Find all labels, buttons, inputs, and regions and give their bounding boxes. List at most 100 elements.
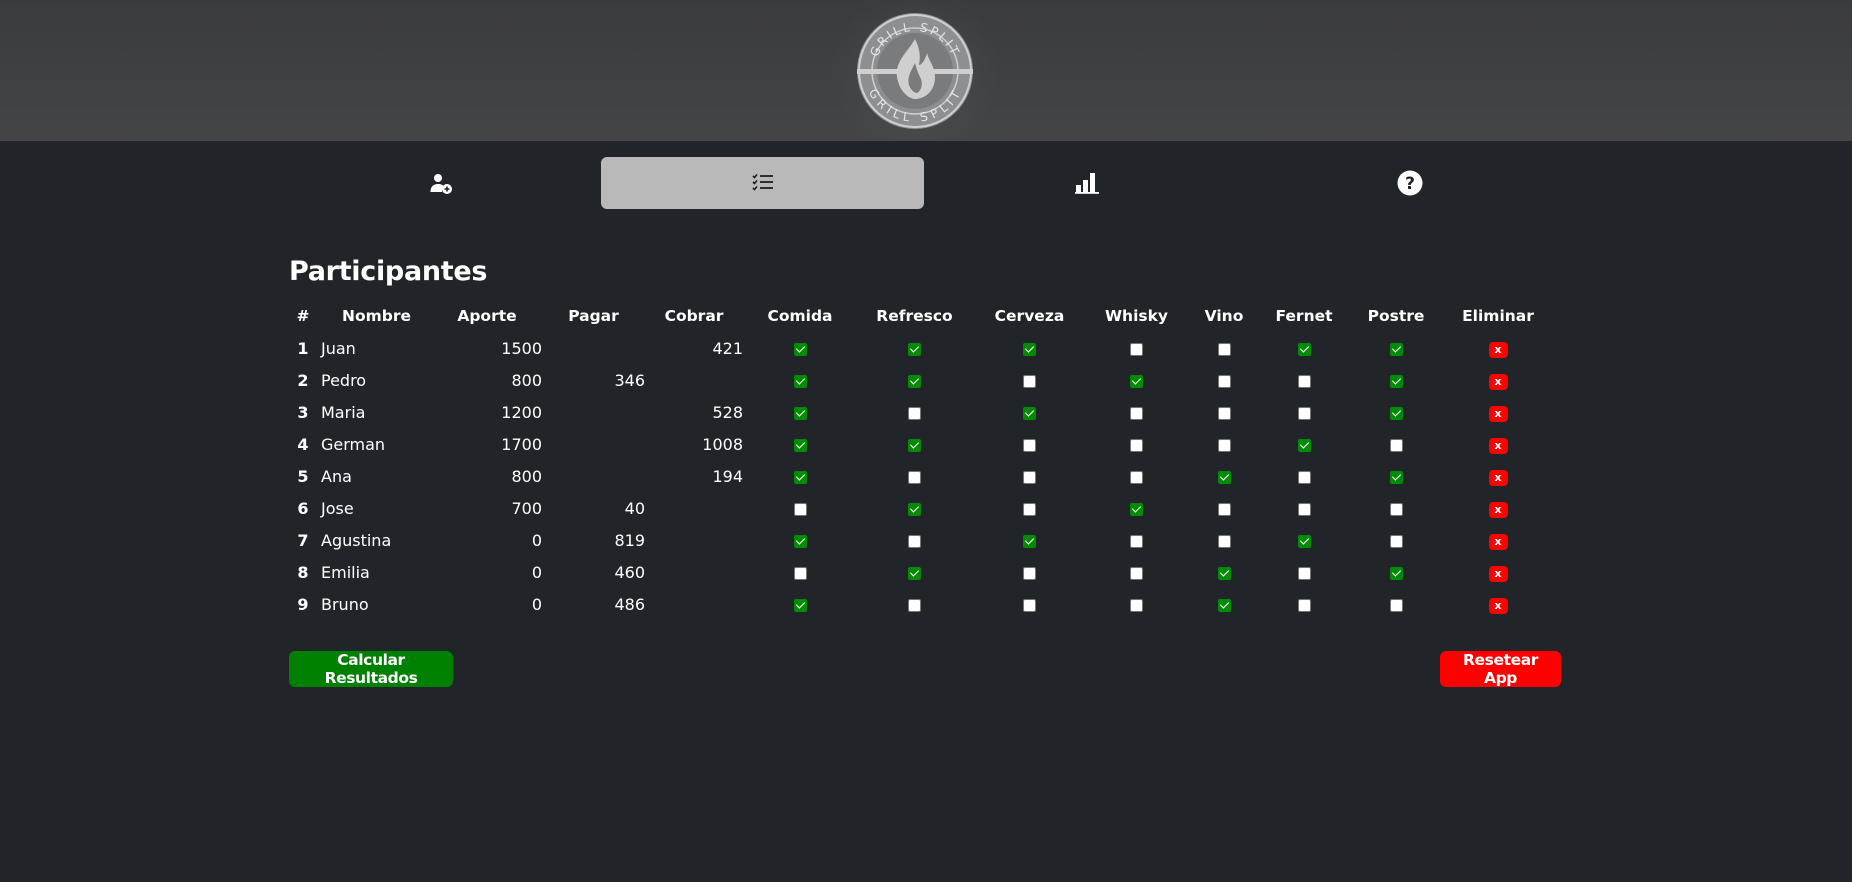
delete-participant-button[interactable]: x	[1488, 438, 1508, 455]
vino-checkbox[interactable]	[1217, 534, 1231, 548]
whisky-checkbox[interactable]	[1130, 598, 1143, 612]
comida-checkbox[interactable]	[793, 502, 807, 516]
vino-checkbox[interactable]	[1217, 470, 1231, 484]
refresco-checkbox[interactable]	[908, 438, 921, 452]
cell-fernet	[1262, 460, 1346, 492]
cerveza-checkbox[interactable]	[1023, 374, 1036, 388]
delete-participant-button[interactable]: x	[1488, 406, 1508, 423]
fernet-checkbox[interactable]	[1297, 342, 1311, 356]
participant-name: Bruno	[321, 594, 369, 614]
refresco-checkbox[interactable]	[908, 374, 921, 388]
comida-checkbox[interactable]	[793, 566, 807, 580]
whisky-checkbox[interactable]	[1130, 502, 1143, 516]
cerveza-checkbox[interactable]	[1023, 470, 1036, 484]
whisky-checkbox[interactable]	[1130, 566, 1143, 580]
fernet-checkbox[interactable]	[1297, 470, 1311, 484]
fernet-checkbox[interactable]	[1297, 598, 1311, 612]
postre-checkbox[interactable]	[1389, 598, 1403, 612]
cerveza-checkbox[interactable]	[1023, 534, 1036, 548]
postre-checkbox[interactable]	[1389, 470, 1403, 484]
whisky-checkbox[interactable]	[1130, 438, 1143, 452]
pagar-value: 486	[614, 594, 645, 614]
postre-checkbox[interactable]	[1389, 566, 1403, 580]
cerveza-checkbox[interactable]	[1023, 598, 1036, 612]
refresco-checkbox[interactable]	[908, 406, 921, 420]
delete-participant-button[interactable]: x	[1488, 342, 1508, 359]
delete-participant-button[interactable]: x	[1488, 534, 1508, 551]
delete-participant-button[interactable]: x	[1488, 566, 1508, 583]
postre-checkbox[interactable]	[1389, 406, 1403, 420]
col-header-cerveza: Cerveza	[994, 307, 1065, 325]
pagar-value	[542, 460, 645, 492]
whisky-checkbox[interactable]	[1130, 470, 1143, 484]
vino-checkbox[interactable]	[1217, 566, 1231, 580]
checklist-icon	[751, 173, 773, 191]
delete-participant-button[interactable]: x	[1488, 598, 1508, 615]
refresco-checkbox[interactable]	[908, 566, 921, 580]
cell-vino	[1186, 588, 1262, 620]
comida-checkbox[interactable]	[793, 598, 807, 612]
fernet-checkbox[interactable]	[1297, 502, 1311, 516]
postre-checkbox[interactable]	[1389, 438, 1403, 452]
vino-checkbox[interactable]	[1217, 342, 1231, 356]
nav-results[interactable]	[925, 157, 1248, 209]
refresco-checkbox[interactable]	[908, 534, 921, 548]
refresco-checkbox[interactable]	[908, 502, 921, 516]
comida-checkbox[interactable]	[793, 534, 807, 548]
refresco-checkbox[interactable]	[908, 598, 921, 612]
vino-checkbox[interactable]	[1217, 374, 1231, 388]
whisky-checkbox[interactable]	[1130, 406, 1143, 420]
refresco-checkbox[interactable]	[908, 342, 921, 356]
cobrar-value: 528	[712, 402, 743, 422]
nav-help[interactable]: ?	[1248, 157, 1571, 209]
row-number: 2	[297, 370, 309, 390]
col-header-name: Nombre	[341, 307, 412, 325]
refresco-checkbox[interactable]	[908, 470, 921, 484]
delete-participant-button[interactable]: x	[1488, 502, 1508, 519]
cell-whisky	[1087, 588, 1186, 620]
aporte-value: 1500	[501, 338, 542, 358]
cell-vino	[1186, 332, 1262, 364]
reset-app-button[interactable]: Resetear App	[1440, 651, 1561, 687]
postre-checkbox[interactable]	[1389, 534, 1403, 548]
cerveza-checkbox[interactable]	[1023, 406, 1036, 420]
cell-eliminar: x	[1446, 364, 1550, 396]
postre-checkbox[interactable]	[1389, 502, 1403, 516]
whisky-checkbox[interactable]	[1130, 374, 1143, 388]
whisky-checkbox[interactable]	[1130, 342, 1143, 356]
cell-fernet	[1262, 588, 1346, 620]
postre-checkbox[interactable]	[1389, 374, 1403, 388]
postre-checkbox[interactable]	[1389, 342, 1403, 356]
cerveza-checkbox[interactable]	[1023, 502, 1036, 516]
comida-checkbox[interactable]	[793, 438, 807, 452]
fernet-checkbox[interactable]	[1297, 534, 1311, 548]
fernet-checkbox[interactable]	[1297, 566, 1311, 580]
cerveza-checkbox[interactable]	[1023, 566, 1036, 580]
cell-whisky	[1087, 396, 1186, 428]
whisky-checkbox[interactable]	[1130, 534, 1143, 548]
cobrar-value: 421	[712, 338, 743, 358]
vino-checkbox[interactable]	[1217, 406, 1231, 420]
vino-checkbox[interactable]	[1217, 438, 1231, 452]
table-row: 8 Emilia 0 460 x	[289, 556, 1550, 588]
vino-checkbox[interactable]	[1217, 598, 1231, 612]
nav-add-participant[interactable]	[279, 157, 602, 209]
comida-checkbox[interactable]	[793, 406, 807, 420]
calculate-results-button[interactable]: Calcular Resultados	[289, 651, 453, 687]
cerveza-checkbox[interactable]	[1023, 342, 1036, 356]
fernet-checkbox[interactable]	[1297, 374, 1311, 388]
cerveza-checkbox[interactable]	[1023, 438, 1036, 452]
fernet-checkbox[interactable]	[1297, 406, 1311, 420]
comida-checkbox[interactable]	[793, 470, 807, 484]
cell-eliminar: x	[1446, 460, 1550, 492]
comida-checkbox[interactable]	[793, 342, 807, 356]
participant-name: Maria	[321, 402, 366, 422]
cobrar-value	[645, 556, 743, 588]
nav-participants-list[interactable]	[601, 157, 924, 209]
delete-participant-button[interactable]: x	[1488, 470, 1508, 487]
delete-participant-button[interactable]: x	[1488, 374, 1508, 391]
cell-postre	[1346, 364, 1446, 396]
fernet-checkbox[interactable]	[1297, 438, 1311, 452]
comida-checkbox[interactable]	[793, 374, 807, 388]
vino-checkbox[interactable]	[1217, 502, 1231, 516]
